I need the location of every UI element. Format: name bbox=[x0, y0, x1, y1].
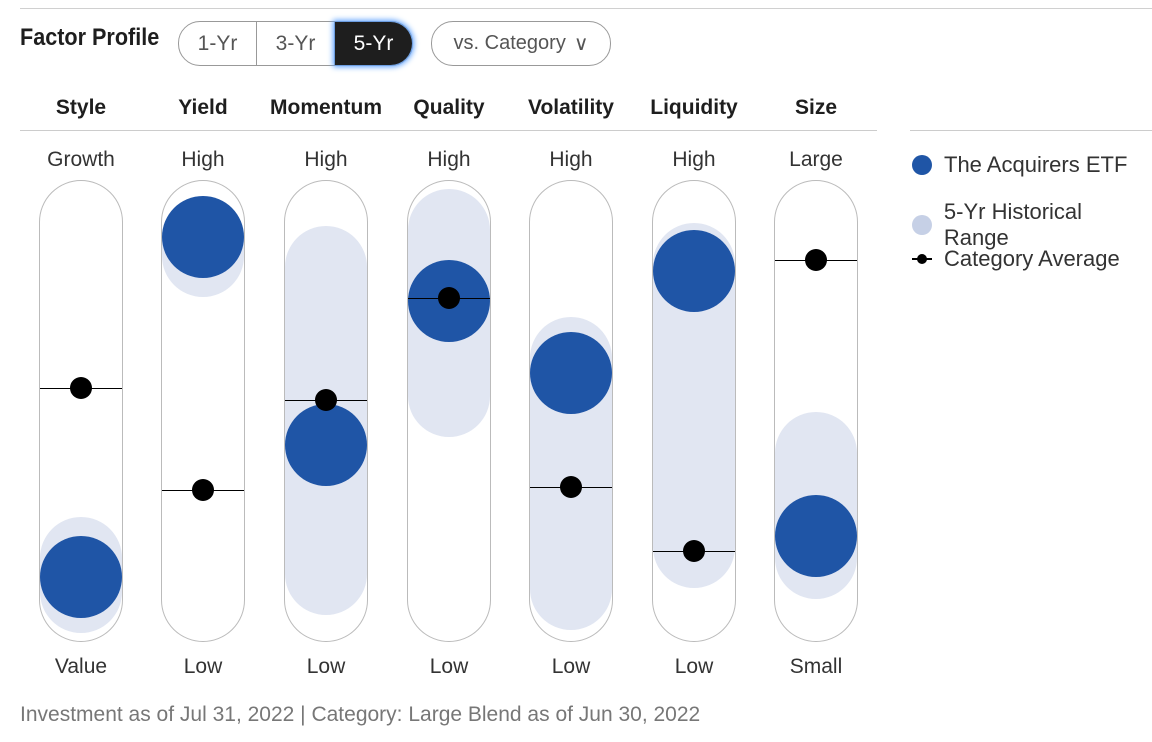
factor-name: Volatility bbox=[528, 96, 614, 119]
period-5yr-button[interactable]: 5-Yr bbox=[335, 22, 412, 65]
factor-name: Liquidity bbox=[650, 96, 738, 119]
top-divider bbox=[20, 8, 1152, 9]
legend-range-label: 5-Yr Historical Range bbox=[943, 199, 1083, 250]
factor-top-label: High bbox=[672, 148, 716, 171]
fund-marker bbox=[40, 536, 122, 619]
factor-name: Style bbox=[55, 96, 107, 119]
factor-bottom-label: Low bbox=[674, 655, 714, 678]
fund-marker bbox=[775, 494, 857, 577]
factor-bottom-label: Value bbox=[54, 655, 108, 678]
factor-track bbox=[39, 180, 123, 642]
factor-column-liquidity: Liquidity High Low bbox=[634, 90, 754, 678]
legend-avg-label: Category Average bbox=[944, 246, 1120, 271]
factor-bottom-label: Low bbox=[429, 655, 469, 678]
category-avg-marker bbox=[192, 479, 214, 502]
factor-top-label: High bbox=[304, 148, 348, 171]
factor-top-label: Growth bbox=[47, 148, 115, 171]
range-swatch-icon bbox=[912, 215, 932, 235]
chevron-down-icon: ∨ bbox=[573, 33, 589, 55]
page-title: Factor Profile bbox=[20, 24, 160, 51]
legend-avg: Category Average bbox=[912, 246, 1120, 272]
factor-name: Momentum bbox=[270, 96, 382, 119]
factor-name: Size bbox=[794, 96, 838, 119]
factor-bottom-label: Low bbox=[306, 655, 346, 678]
compare-label: vs. Category bbox=[453, 32, 566, 54]
factor-name: Yield bbox=[178, 96, 228, 119]
category-avg-marker bbox=[438, 286, 460, 309]
factor-column-momentum: Momentum High Low bbox=[266, 90, 386, 678]
legend-divider bbox=[910, 130, 1152, 131]
fund-marker bbox=[653, 230, 735, 313]
fund-marker bbox=[530, 332, 612, 415]
period-3yr-button[interactable]: 3-Yr bbox=[257, 22, 335, 65]
factor-top-label: High bbox=[549, 148, 593, 171]
factor-track bbox=[529, 180, 613, 642]
footer-note: Investment as of Jul 31, 2022 | Category… bbox=[20, 703, 701, 726]
compare-dropdown[interactable]: vs. Category ∨ bbox=[431, 21, 611, 66]
factor-top-label: High bbox=[181, 148, 225, 171]
factor-column-yield: Yield High Low bbox=[143, 90, 263, 678]
fund-marker bbox=[162, 196, 244, 279]
period-1yr-button[interactable]: 1-Yr bbox=[179, 22, 257, 65]
factor-top-label: Large bbox=[789, 148, 843, 171]
category-avg-marker bbox=[70, 377, 92, 400]
fund-marker bbox=[285, 404, 367, 487]
category-avg-marker bbox=[683, 539, 705, 562]
factor-track bbox=[161, 180, 245, 642]
avg-swatch-icon bbox=[912, 249, 932, 269]
factor-track bbox=[407, 180, 491, 642]
factor-column-style: Style Growth Value bbox=[21, 90, 141, 678]
category-avg-marker bbox=[315, 388, 337, 411]
category-avg-marker bbox=[805, 248, 827, 271]
fund-swatch-icon bbox=[912, 155, 932, 175]
factor-bottom-label: Small bbox=[789, 655, 843, 678]
factor-track bbox=[774, 180, 858, 642]
factor-column-volatility: Volatility High Low bbox=[511, 90, 631, 678]
factor-name: Quality bbox=[413, 96, 485, 119]
factor-track bbox=[284, 180, 368, 642]
factor-bottom-label: Low bbox=[551, 655, 591, 678]
period-toggle: 1-Yr 3-Yr 5-Yr bbox=[178, 21, 413, 66]
category-avg-marker bbox=[560, 475, 582, 498]
legend-range: 5-Yr Historical Range bbox=[912, 199, 1152, 251]
legend-fund: The Acquirers ETF bbox=[912, 152, 1127, 178]
factor-column-quality: Quality High Low bbox=[389, 90, 509, 678]
factor-column-size: Size Large Small bbox=[756, 90, 876, 678]
factor-bottom-label: Low bbox=[183, 655, 223, 678]
factor-top-label: High bbox=[427, 148, 471, 171]
factor-track bbox=[652, 180, 736, 642]
legend-fund-label: The Acquirers ETF bbox=[944, 152, 1128, 177]
